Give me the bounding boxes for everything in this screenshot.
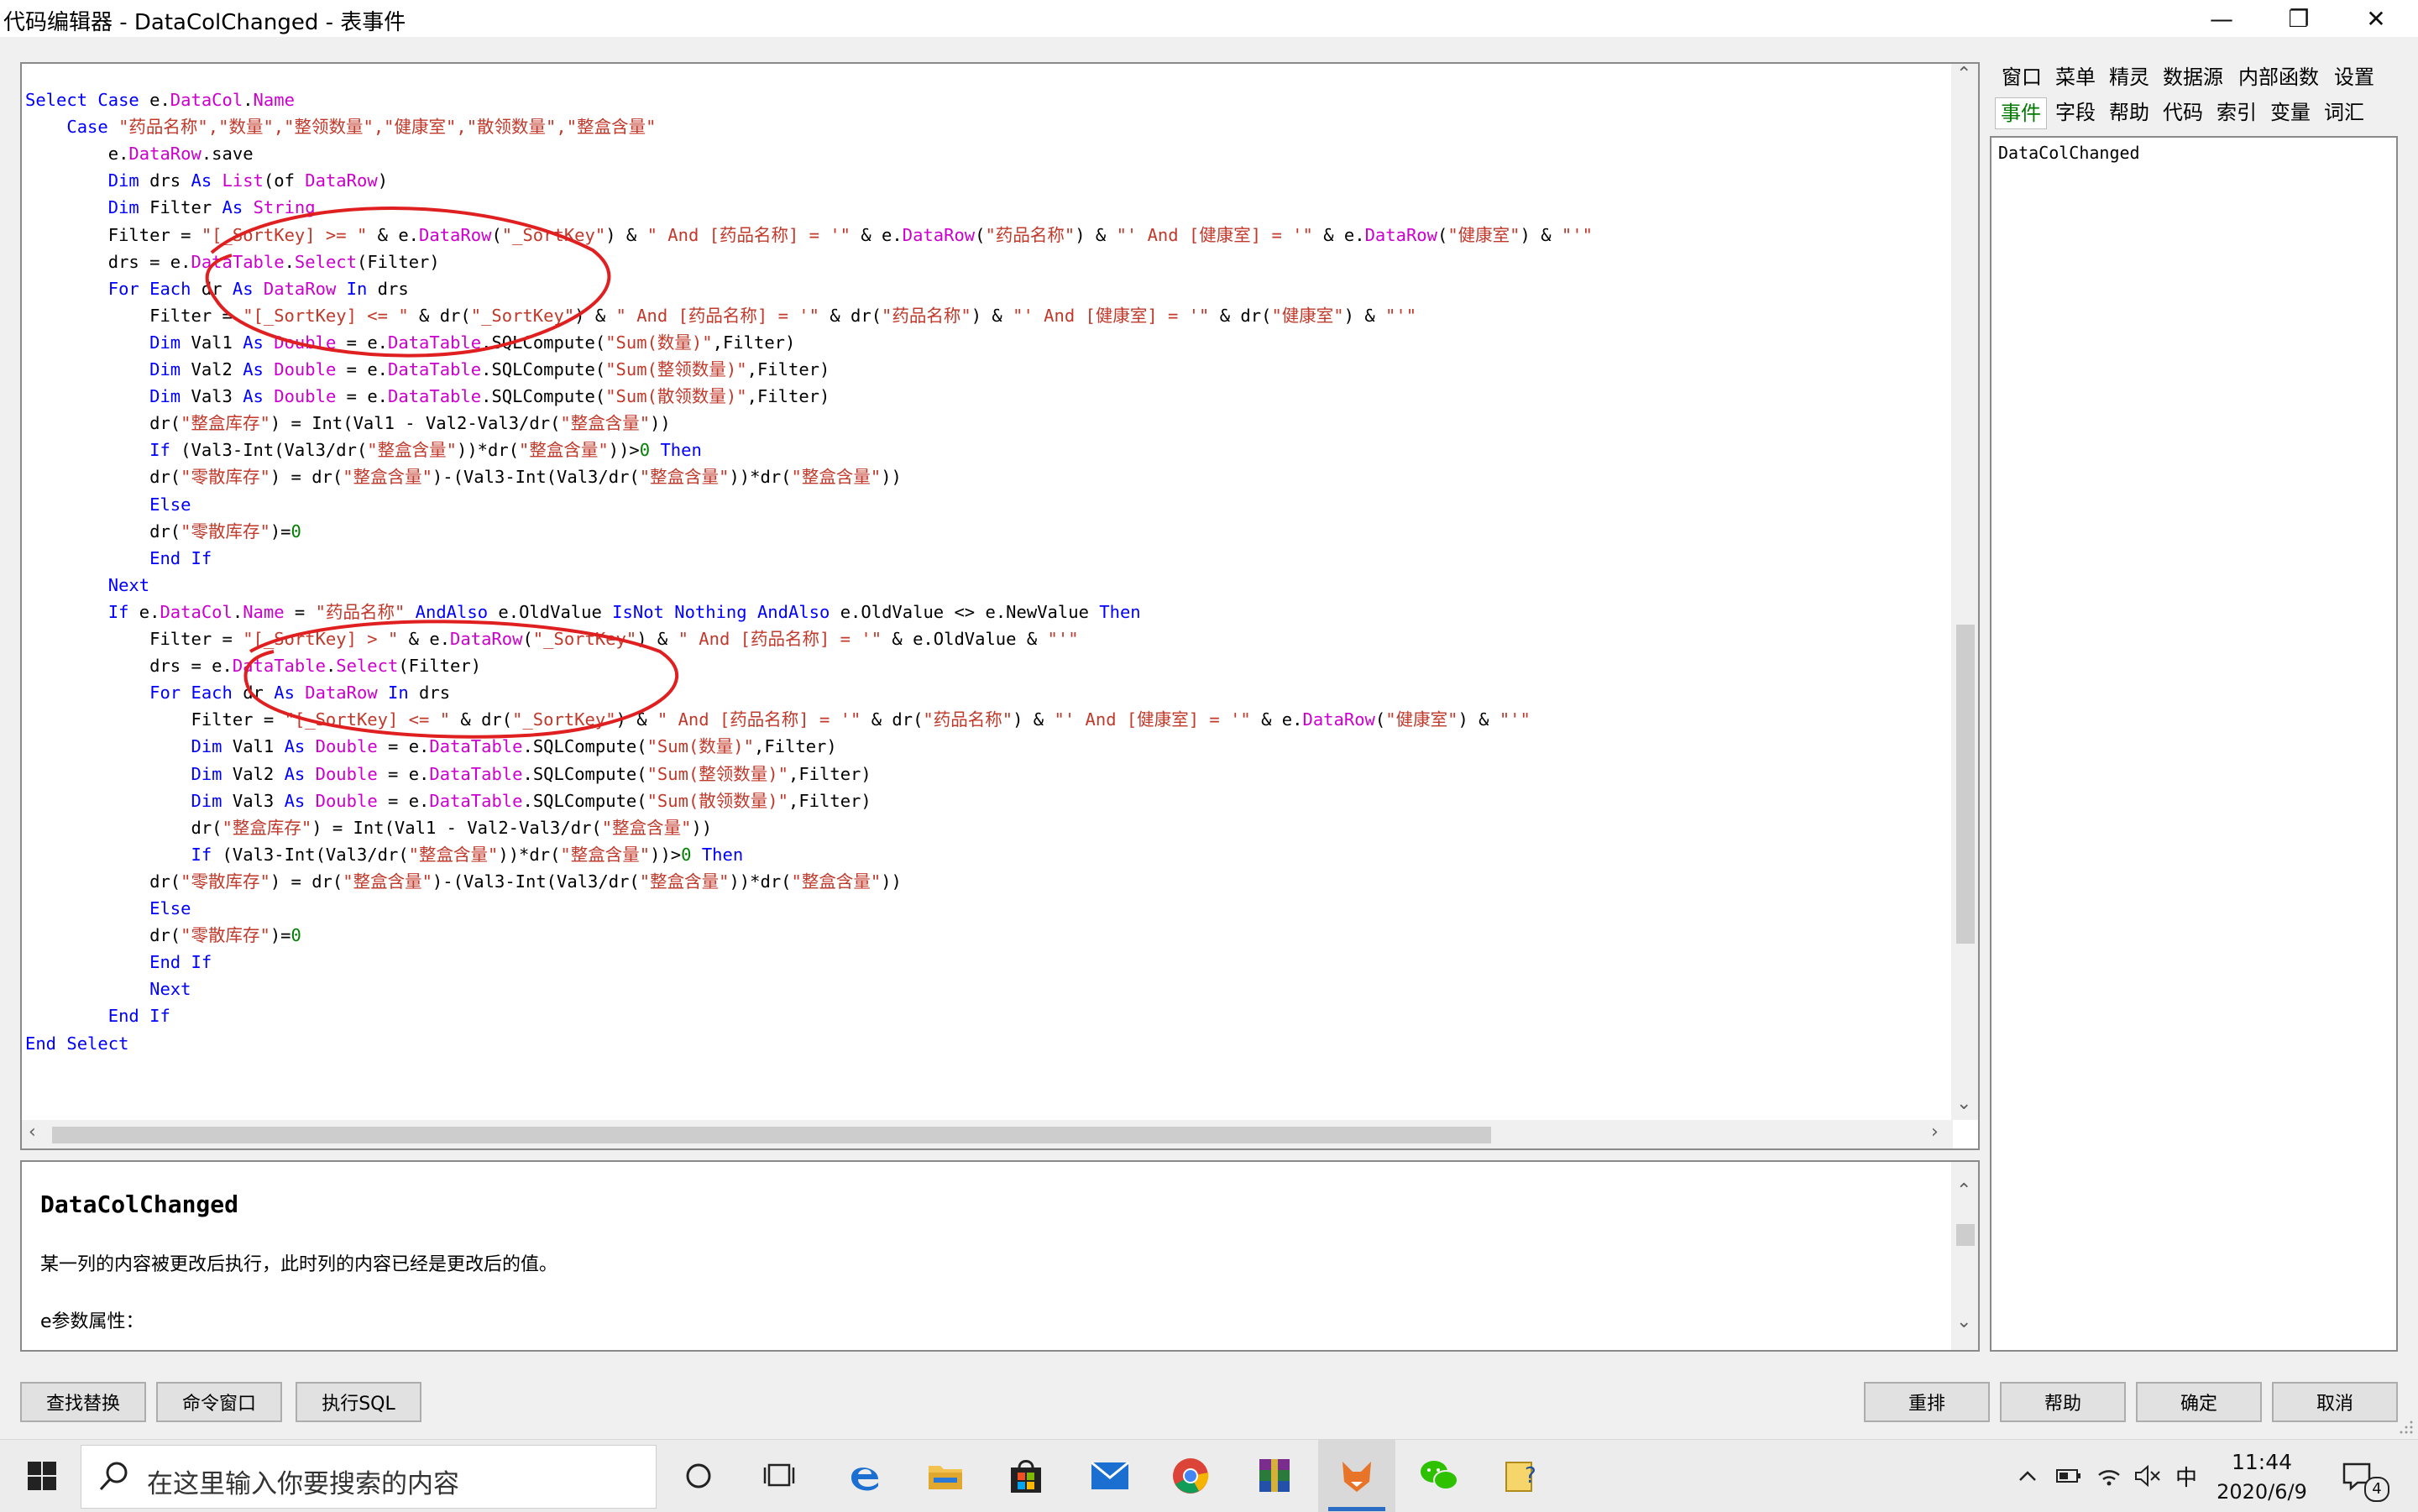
- tab-menu[interactable]: 菜单: [2055, 62, 2096, 92]
- help-panel: DataColChanged 某一列的内容被更改后执行，此时列的内容已经是更改后…: [20, 1160, 1980, 1352]
- scrollbar-thumb[interactable]: [1956, 625, 1975, 944]
- cortana-button[interactable]: [660, 1440, 737, 1512]
- windows-logo-icon: [28, 1462, 56, 1490]
- help-vertical-scrollbar[interactable]: ⌃ ⌄: [1951, 1162, 1978, 1350]
- edge-browser-icon: [851, 1468, 878, 1491]
- taskbar-app-explorer[interactable]: [907, 1440, 984, 1512]
- taskbar-app-wechat[interactable]: [1400, 1440, 1478, 1512]
- find-replace-button[interactable]: 查找替换: [20, 1382, 146, 1422]
- tab-events[interactable]: 事件: [1995, 97, 2047, 129]
- search-icon: [99, 1462, 128, 1491]
- ok-button[interactable]: 确定: [2136, 1382, 2262, 1422]
- taskbar-app-winrar[interactable]: [1236, 1440, 1313, 1512]
- clock-date: 2020/6/9: [2216, 1480, 2307, 1504]
- tab-variables[interactable]: 变量: [2270, 97, 2311, 128]
- wechat-icon: [1421, 1461, 1458, 1490]
- execute-sql-button[interactable]: 执行SQL: [296, 1382, 421, 1422]
- foxtable-fox-icon: [1342, 1462, 1371, 1492]
- help-param-heading: e参数属性：: [40, 1311, 144, 1332]
- resize-grip-icon[interactable]: [2398, 1419, 2415, 1436]
- tab-settings[interactable]: 设置: [2334, 62, 2374, 92]
- close-button[interactable]: ✕: [2337, 0, 2415, 37]
- red-circle-annotation-2: [243, 620, 679, 739]
- help-event-name: DataColChanged: [40, 1190, 239, 1218]
- search-placeholder: 在这里输入你要搜索的内容: [147, 1469, 459, 1499]
- scrollbar-thumb[interactable]: [1956, 1224, 1975, 1246]
- taskbar: 在这里输入你要搜索的内容 ? 中 11:44 2020/6/9 4: [0, 1439, 2418, 1512]
- tab-builtin-functions[interactable]: 内部函数: [2238, 62, 2319, 92]
- volume-mute-icon[interactable]: [2129, 1440, 2166, 1512]
- side-tabs: 窗口 菜单 精灵 数据源 内部函数 设置 事件 字段 帮助 代码 索引 变量 词…: [1995, 62, 2405, 133]
- mail-icon: [1091, 1461, 1129, 1489]
- chrome-icon: [1173, 1458, 1209, 1494]
- battery-icon[interactable]: [2050, 1440, 2087, 1512]
- tab-help[interactable]: 帮助: [2109, 97, 2149, 128]
- cortana-circle-icon: [686, 1463, 711, 1488]
- taskbar-app-mail[interactable]: [1071, 1440, 1149, 1512]
- event-list[interactable]: DataColChanged: [1990, 136, 2398, 1352]
- taskbar-app-chrome[interactable]: [1152, 1440, 1229, 1512]
- scroll-left-arrow-icon[interactable]: ‹: [29, 1122, 36, 1143]
- restore-button[interactable]: ❐: [2260, 0, 2337, 37]
- scroll-right-arrow-icon[interactable]: ›: [1931, 1122, 1939, 1143]
- code-editor[interactable]: Select Case e.DataCol.Name Case "药品名称","…: [20, 62, 1980, 1150]
- active-app-indicator: [1328, 1507, 1385, 1511]
- scrollbar-thumb[interactable]: [52, 1127, 1491, 1143]
- help-description: 某一列的内容被更改后执行，此时列的内容已经是更改后的值。: [40, 1254, 558, 1275]
- notification-count-badge: 4: [2364, 1477, 2389, 1502]
- tab-window[interactable]: 窗口: [2002, 62, 2042, 92]
- svg-text:?: ?: [1525, 1463, 1536, 1488]
- ime-indicator[interactable]: 中: [2168, 1440, 2205, 1512]
- wifi-icon[interactable]: [2091, 1440, 2128, 1512]
- taskbar-search-box[interactable]: 在这里输入你要搜索的内容: [81, 1445, 657, 1509]
- taskbar-app-store[interactable]: [987, 1440, 1065, 1512]
- tab-fields[interactable]: 字段: [2055, 97, 2096, 128]
- clock-time: 11:44: [2231, 1450, 2293, 1474]
- start-button[interactable]: [3, 1440, 81, 1512]
- task-view-button[interactable]: [741, 1440, 818, 1512]
- command-window-button[interactable]: 命令窗口: [156, 1382, 282, 1422]
- taskbar-app-help[interactable]: ?: [1483, 1440, 1560, 1512]
- store-bag-icon: [1011, 1460, 1041, 1493]
- title-bar: 代码编辑器 - DataColChanged - 表事件 — ❐ ✕: [0, 0, 2418, 37]
- tab-index[interactable]: 索引: [2216, 97, 2257, 128]
- minimize-button[interactable]: —: [2183, 0, 2260, 37]
- window-title: 代码编辑器 - DataColChanged - 表事件: [3, 10, 406, 35]
- red-circle-annotation-1: [205, 207, 611, 358]
- taskbar-app-edge[interactable]: [826, 1440, 903, 1512]
- scroll-up-arrow-icon[interactable]: ⌃: [1956, 1180, 1971, 1201]
- folder-icon: [929, 1466, 962, 1489]
- scroll-down-arrow-icon[interactable]: ⌄: [1956, 1093, 1971, 1114]
- taskbar-app-foxtable[interactable]: [1318, 1440, 1395, 1512]
- tab-datasource[interactable]: 数据源: [2163, 62, 2223, 92]
- cancel-button[interactable]: 取消: [2272, 1382, 2398, 1422]
- tab-wizard[interactable]: 精灵: [2109, 62, 2149, 92]
- annotation-layer: [205, 207, 679, 739]
- help-document-icon: ?: [1505, 1462, 1536, 1492]
- scroll-down-arrow-icon[interactable]: ⌄: [1956, 1311, 1971, 1332]
- list-item[interactable]: DataColChanged: [1998, 143, 2140, 163]
- winrar-archive-icon: [1259, 1459, 1290, 1492]
- tab-vocabulary[interactable]: 词汇: [2324, 97, 2364, 128]
- tab-code[interactable]: 代码: [2163, 97, 2203, 128]
- code-horizontal-scrollbar[interactable]: ‹ ›: [22, 1120, 1953, 1148]
- scroll-up-arrow-icon[interactable]: ⌃: [1956, 64, 1971, 85]
- help-button[interactable]: 帮助: [2000, 1382, 2126, 1422]
- task-view-icon: [763, 1463, 795, 1487]
- tray-expand-chevron-icon[interactable]: [2012, 1440, 2044, 1512]
- taskbar-clock[interactable]: 11:44 2020/6/9: [2213, 1445, 2311, 1509]
- rearrange-button[interactable]: 重排: [1864, 1382, 1990, 1422]
- code-vertical-scrollbar[interactable]: ⌃ ⌄: [1951, 64, 1978, 1120]
